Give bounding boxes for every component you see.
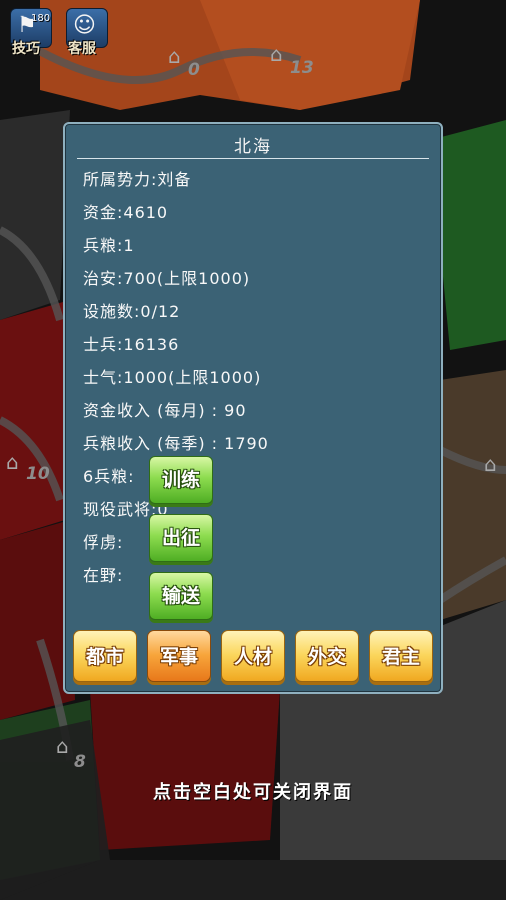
- service-label: 客服: [68, 41, 96, 57]
- transport-button[interactable]: 输送: [149, 572, 213, 620]
- city-number: 10: [26, 464, 50, 484]
- cat-mascot-icon: ☺: [73, 13, 96, 38]
- city-info-panel: 北海 所属势力:刘备 资金:4610 兵粮:1 治安:700(上限1000) 设…: [63, 122, 443, 694]
- info-fund-income: 资金收入 (每月) : 90: [83, 401, 247, 420]
- tips-label: 技巧: [12, 41, 40, 57]
- tab-talent[interactable]: 人材: [221, 630, 285, 682]
- info-prisoners: 俘虏:: [83, 533, 124, 552]
- info-provisions: 兵粮:1: [83, 236, 135, 255]
- info-provision-income: 兵粮收入 (每季) : 1790: [83, 434, 269, 453]
- info-provision-cost: 6兵粮:: [83, 467, 135, 486]
- info-unaffiliated: 在野:: [83, 566, 124, 585]
- march-button[interactable]: 出征: [149, 514, 213, 562]
- close-hint: 点击空白处可关闭界面: [153, 782, 353, 803]
- info-facilities: 设施数:0/12: [83, 302, 181, 321]
- city-icon[interactable]: ⌂: [6, 450, 28, 474]
- city-icon[interactable]: ⌂: [168, 44, 190, 68]
- info-faction: 所属势力:刘备: [83, 170, 192, 189]
- city-icon[interactable]: ⌂: [270, 42, 292, 66]
- info-morale: 士气:1000(上限1000): [83, 368, 262, 387]
- panel-title: 北海: [234, 137, 272, 157]
- tab-city[interactable]: 都市: [73, 630, 137, 682]
- info-funds: 资金:4610: [83, 203, 169, 222]
- train-button[interactable]: 训练: [149, 456, 213, 504]
- city-number: 13: [290, 58, 314, 78]
- tips-badge: 180: [31, 13, 51, 24]
- tab-ruler[interactable]: 君主: [369, 630, 433, 682]
- city-number: 0: [188, 60, 200, 80]
- tab-military[interactable]: 军事: [147, 630, 211, 682]
- info-security: 治安:700(上限1000): [83, 269, 251, 288]
- city-icon[interactable]: ⌂: [484, 452, 506, 476]
- title-divider: [77, 158, 429, 159]
- city-number: 8: [74, 752, 86, 772]
- tab-diplomacy[interactable]: 外交: [295, 630, 359, 682]
- info-soldiers: 士兵:16136: [83, 335, 180, 354]
